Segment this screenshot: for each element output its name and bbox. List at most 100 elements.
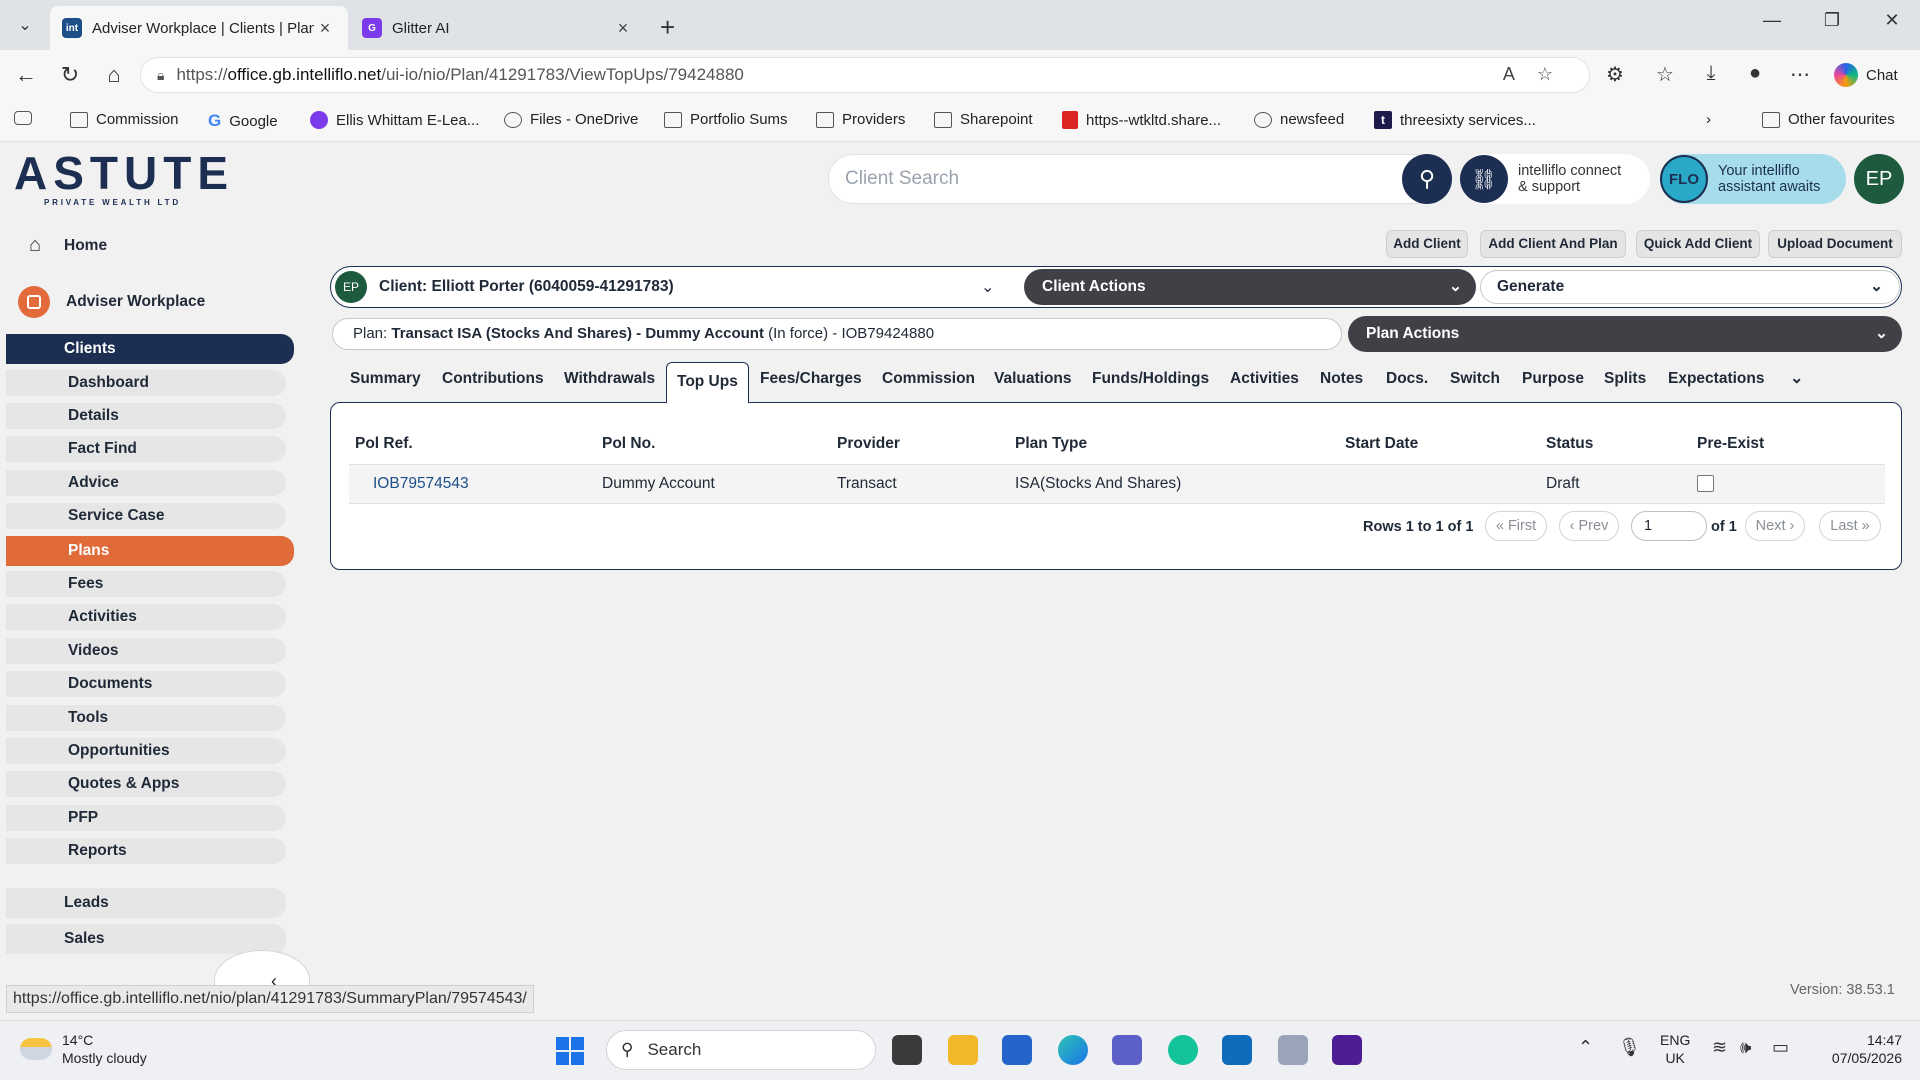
sidebar-item-pfp[interactable]: PFP (6, 805, 286, 831)
fav-wtkltd[interactable]: https--wtkltd.share... (1062, 111, 1221, 129)
weather-widget[interactable]: 14°C Mostly cloudy (20, 1031, 147, 1067)
system-clock[interactable]: 14:47 07/05/2026 (1824, 1031, 1902, 1067)
column-header-pol-ref[interactable]: Pol Ref. (355, 435, 413, 453)
glitter-app-icon[interactable] (1332, 1035, 1362, 1065)
column-header-status[interactable]: Status (1546, 435, 1593, 453)
edge-browser-icon[interactable] (1058, 1035, 1088, 1065)
minimize-window-icon[interactable]: — (1752, 10, 1792, 31)
microphone-icon[interactable]: 🎙︎ (1618, 1037, 1641, 1058)
fav-threesixty[interactable]: t threesixty services... (1374, 111, 1536, 129)
fav-sharepoint[interactable]: Sharepoint (934, 111, 1033, 128)
sidebar-adviser-workplace[interactable]: Adviser Workplace (18, 286, 205, 318)
sidebar-item-videos[interactable]: Videos (6, 638, 286, 664)
upload-document-button[interactable]: Upload Document (1768, 230, 1902, 258)
sidebar-item-plans[interactable]: Plans (6, 536, 294, 566)
tab-splits[interactable]: Splits (1604, 360, 1646, 402)
pager-last-button[interactable]: Last » (1819, 511, 1881, 541)
sidebar-home[interactable]: ⌂ Home (22, 234, 107, 257)
pager-prev-button[interactable]: ‹ Prev (1559, 511, 1619, 541)
generate-dropdown[interactable]: Generate ⌄ (1480, 270, 1900, 304)
tab-contributions[interactable]: Contributions (442, 360, 544, 402)
fav-other-favourites[interactable]: Other favourites (1762, 111, 1895, 128)
tab-funds-holdings[interactable]: Funds/Holdings (1092, 360, 1209, 402)
tab-summary[interactable]: Summary (350, 360, 421, 402)
column-header-start-date[interactable]: Start Date (1345, 435, 1418, 453)
windows-start-icon[interactable] (556, 1037, 584, 1065)
column-header-plan-type[interactable]: Plan Type (1015, 435, 1087, 453)
reading-list-icon[interactable] (14, 111, 32, 125)
file-explorer-icon[interactable] (948, 1035, 978, 1065)
sidebar-item-quotes-apps[interactable]: Quotes & Apps (6, 771, 286, 797)
intelliflo-connect-button[interactable]: ⛓ intelliflo connect & support (1460, 154, 1650, 204)
battery-icon[interactable]: ▭ (1772, 1037, 1789, 1058)
sidebar-item-fact-find[interactable]: Fact Find (6, 436, 286, 462)
column-header-provider[interactable]: Provider (837, 435, 900, 453)
sidebar-item-opportunities[interactable]: Opportunities (6, 738, 286, 764)
pager-next-button[interactable]: Next › (1745, 511, 1805, 541)
home-icon[interactable]: ⌂ (98, 60, 130, 90)
astute-logo[interactable]: ASTUTE PRIVATE WEALTH LTD (14, 148, 234, 207)
sidebar-item-activities[interactable]: Activities (6, 604, 286, 630)
extensions-icon[interactable]: ⚙ (1600, 62, 1630, 87)
sidebar-item-service-case[interactable]: Service Case (6, 503, 286, 529)
fav-ellis[interactable]: Ellis Whittam E-Lea... (310, 111, 479, 129)
chevron-down-icon[interactable]: ⌄ (981, 277, 994, 297)
column-header-pol-no[interactable]: Pol No. (602, 435, 655, 453)
tab-fees-charges[interactable]: Fees/Charges (760, 360, 862, 402)
fav-onedrive[interactable]: Files - OneDrive (504, 111, 638, 128)
snipping-tool-icon[interactable] (1278, 1035, 1308, 1065)
volume-icon[interactable]: 🕪︎ (1740, 1037, 1751, 1058)
tab-list-chevron-icon[interactable]: ⌄ (8, 10, 42, 40)
search-button[interactable]: ⚲ (1402, 154, 1452, 204)
page-number-input[interactable]: 1 (1631, 511, 1707, 541)
sidebar-item-reports[interactable]: Reports (6, 838, 286, 864)
microsoft-store-icon[interactable] (1002, 1035, 1032, 1065)
more-tabs-chevron-icon[interactable]: ⌄ (1790, 360, 1803, 402)
browser-tab-glitter[interactable]: G Glitter AI × (350, 6, 646, 50)
sidebar-item-leads[interactable]: Leads (6, 888, 286, 918)
fav-newsfeed[interactable]: newsfeed (1254, 111, 1344, 128)
wifi-icon[interactable]: ≋ (1712, 1037, 1727, 1058)
pre-exist-checkbox[interactable] (1697, 475, 1714, 492)
teams-icon[interactable] (1112, 1035, 1142, 1065)
site-info-lock-icon[interactable]: 🔒︎ (157, 67, 164, 84)
table-row[interactable]: IOB79574543 Dummy Account Transact ISA(S… (349, 464, 1885, 504)
new-tab-plus-icon[interactable]: + (660, 12, 675, 43)
pager-first-button[interactable]: « First (1485, 511, 1547, 541)
show-hidden-icons-chevron-icon[interactable]: ⌃ (1578, 1037, 1593, 1058)
tab-docs[interactable]: Docs. (1386, 360, 1428, 402)
tab-valuations[interactable]: Valuations (994, 360, 1072, 402)
add-client-button[interactable]: Add Client (1386, 230, 1468, 258)
sidebar-item-advice[interactable]: Advice (6, 470, 286, 496)
close-tab-icon[interactable]: × (612, 18, 634, 39)
plan-actions-dropdown[interactable]: Plan Actions ⌄ (1348, 316, 1902, 352)
flo-assistant-button[interactable]: FLO Your intelliflo assistant awaits (1660, 154, 1846, 204)
task-view-icon[interactable] (892, 1035, 922, 1065)
sidebar-item-dashboard[interactable]: Dashboard (6, 370, 286, 396)
favourites-icon[interactable]: ☆ (1650, 62, 1680, 87)
add-client-and-plan-button[interactable]: Add Client And Plan (1480, 230, 1626, 258)
taskbar-search-box[interactable]: ⚲ Search (606, 1030, 876, 1070)
fav-portfolio-sums[interactable]: Portfolio Sums (664, 111, 788, 128)
sidebar-item-sales[interactable]: Sales (6, 924, 286, 954)
browser-tab-active[interactable]: int Adviser Workplace | Clients | Plans … (50, 6, 348, 50)
quick-add-client-button[interactable]: Quick Add Client (1636, 230, 1760, 258)
tab-purpose[interactable]: Purpose (1522, 360, 1584, 402)
close-tab-icon[interactable]: × (314, 18, 336, 39)
grammarly-icon[interactable] (1168, 1035, 1198, 1065)
downloads-icon[interactable]: ⤓ (1696, 62, 1726, 85)
more-options-icon[interactable]: ⋯ (1785, 62, 1815, 87)
tab-withdrawals[interactable]: Withdrawals (564, 360, 655, 402)
sidebar-item-tools[interactable]: Tools (6, 705, 286, 731)
tab-notes[interactable]: Notes (1320, 360, 1363, 402)
copilot-chat-button[interactable]: Chat (1830, 58, 1912, 92)
close-window-icon[interactable]: ✕ (1872, 10, 1912, 31)
fav-commission[interactable]: Commission (70, 111, 179, 128)
back-arrow-icon[interactable]: ← (10, 60, 42, 90)
outlook-icon[interactable] (1222, 1035, 1252, 1065)
tab-top-ups[interactable]: Top Ups (666, 362, 749, 404)
pol-ref-link[interactable]: IOB79574543 (373, 475, 469, 493)
tab-commission[interactable]: Commission (882, 360, 975, 402)
language-indicator[interactable]: ENG UK (1660, 1031, 1690, 1067)
fav-providers[interactable]: Providers (816, 111, 905, 128)
